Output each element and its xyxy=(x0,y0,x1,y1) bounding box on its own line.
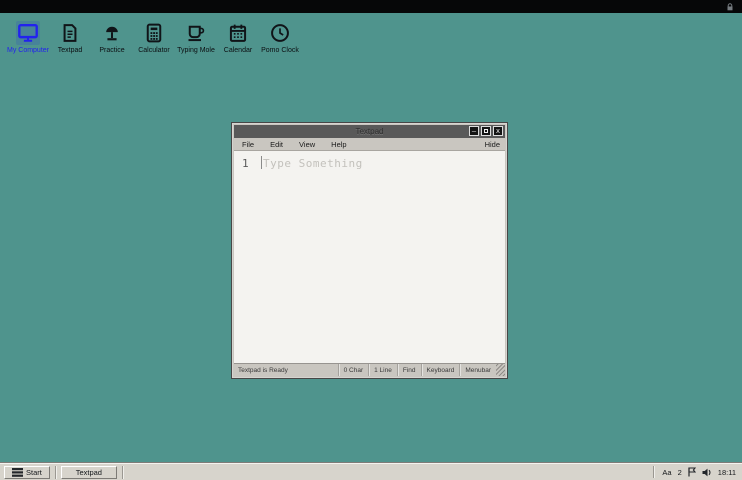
tray-divider xyxy=(653,466,654,478)
taskbar-divider xyxy=(122,466,123,479)
menu-view[interactable]: View xyxy=(291,140,323,149)
flag-icon[interactable] xyxy=(688,467,696,477)
menu-help[interactable]: Help xyxy=(323,140,354,149)
task-button-textpad[interactable]: Textpad xyxy=(61,466,117,479)
menu-edit[interactable]: Edit xyxy=(262,140,291,149)
text-editor-area[interactable]: 1 Type Something xyxy=(234,151,505,363)
status-message: Textpad is Ready xyxy=(234,364,338,376)
desktop-icon-label: Pomo Clock xyxy=(261,47,299,55)
editor-placeholder: Type Something xyxy=(263,157,363,170)
desktop-icon-pomo-clock[interactable]: Pomo Clock xyxy=(257,21,303,55)
document-icon xyxy=(58,21,82,45)
resize-grip[interactable] xyxy=(496,364,505,376)
line-number: 1 xyxy=(242,157,249,170)
maximize-button[interactable] xyxy=(481,126,491,136)
window-title: Textpad xyxy=(234,127,505,136)
maximize-icon xyxy=(484,129,488,133)
tray-count[interactable]: 2 xyxy=(678,468,682,477)
task-label: Textpad xyxy=(76,468,102,477)
desktop-icon-label: Calendar xyxy=(224,47,252,55)
lock-icon xyxy=(726,3,734,11)
taskbar: Start Textpad Aa 2 18:11 xyxy=(0,463,742,480)
clock-icon xyxy=(268,21,292,45)
calendar-icon xyxy=(226,21,250,45)
desktop-icon-typing-mole[interactable]: Typing Mole xyxy=(173,21,219,55)
speaker-icon[interactable] xyxy=(702,468,712,477)
desktop-screen: My Computer Textpad Practice Calculator … xyxy=(0,0,742,480)
desktop-icon-label: Textpad xyxy=(58,47,83,55)
status-keyboard-button[interactable]: Keyboard xyxy=(421,364,460,376)
start-label: Start xyxy=(26,468,42,477)
desktop-icon-textpad[interactable]: Textpad xyxy=(47,21,93,55)
desktop-icon-label: Practice xyxy=(99,47,124,55)
lamp-icon xyxy=(100,21,124,45)
menu-hide[interactable]: Hide xyxy=(480,140,505,149)
status-menubar-button[interactable]: Menubar xyxy=(459,364,496,376)
textpad-window: Textpad – x File Edit View Help Hide 1 T… xyxy=(231,122,508,379)
menu-file[interactable]: File xyxy=(234,140,262,149)
desktop-icon-practice[interactable]: Practice xyxy=(89,21,135,55)
calculator-icon xyxy=(142,21,166,45)
top-status-bar xyxy=(0,0,742,13)
status-char-count: 0 Char xyxy=(338,364,369,376)
desktop-icon-label: My Computer xyxy=(7,47,49,55)
desktop-icon-label: Calculator xyxy=(138,47,170,55)
desktop-icon-label: Typing Mole xyxy=(177,47,215,55)
clock-time: 18:11 xyxy=(718,468,736,477)
start-menu-icon xyxy=(12,468,23,477)
taskbar-divider xyxy=(55,466,56,479)
text-caret xyxy=(261,156,262,169)
computer-icon xyxy=(16,21,40,45)
window-titlebar[interactable]: Textpad – x xyxy=(234,125,505,138)
status-find-button[interactable]: Find xyxy=(397,364,421,376)
desktop-icon-calculator[interactable]: Calculator xyxy=(131,21,177,55)
mug-icon xyxy=(184,21,208,45)
desktop-icon-my-computer[interactable]: My Computer xyxy=(5,21,51,55)
close-button[interactable]: x xyxy=(493,126,503,136)
keyboard-layout-indicator[interactable]: Aa xyxy=(662,468,671,477)
desktop-icon-calendar[interactable]: Calendar xyxy=(215,21,261,55)
status-bar: Textpad is Ready 0 Char 1 Line Find Keyb… xyxy=(234,363,505,376)
status-line-count: 1 Line xyxy=(368,364,397,376)
menu-bar: File Edit View Help Hide xyxy=(234,138,505,151)
start-button[interactable]: Start xyxy=(4,466,50,479)
minimize-button[interactable]: – xyxy=(469,126,479,136)
system-tray: Aa 2 18:11 xyxy=(653,466,742,478)
